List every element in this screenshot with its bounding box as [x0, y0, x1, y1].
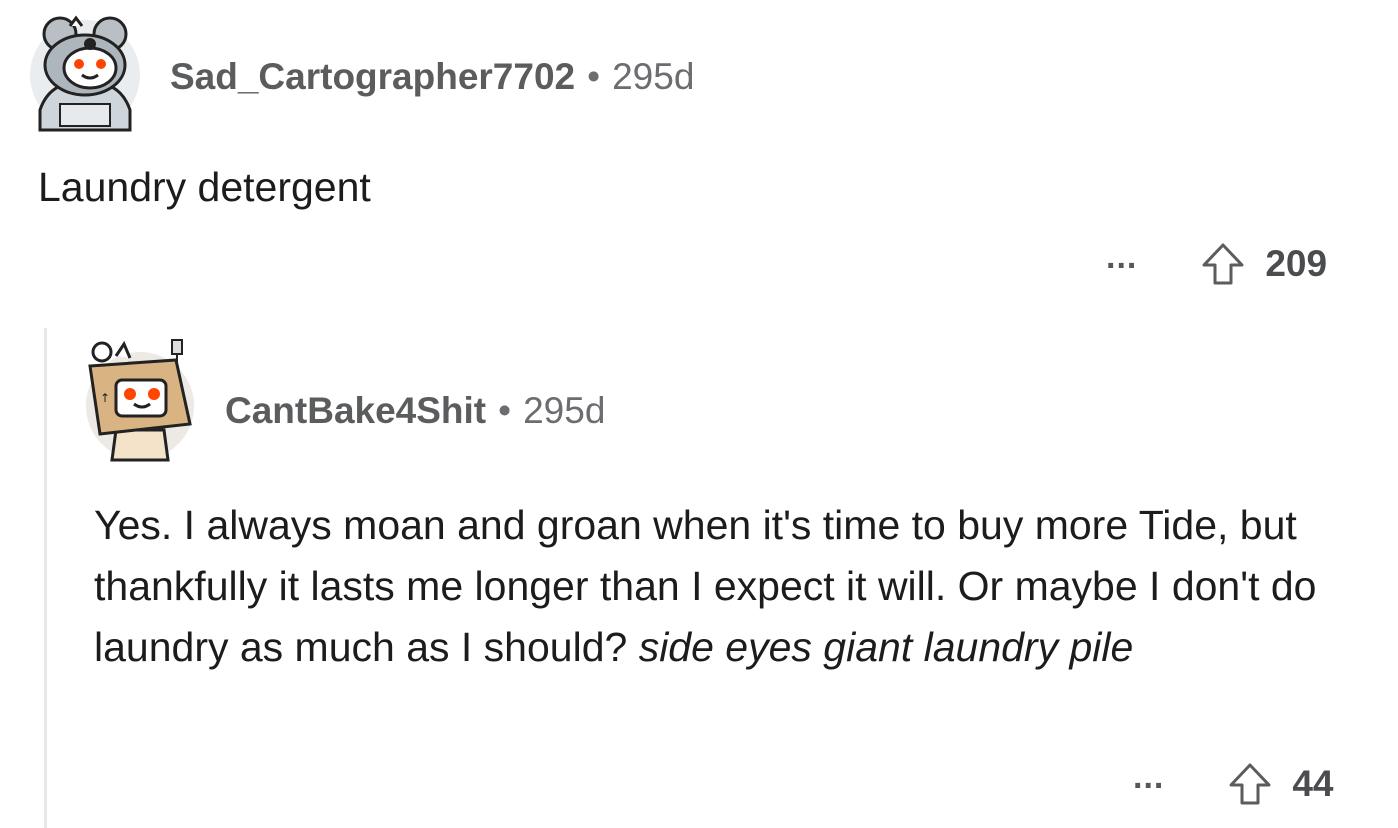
user-avatar[interactable]: ↑	[86, 339, 194, 462]
upvote-arrow-icon[interactable]	[1199, 240, 1247, 288]
more-options-button[interactable]: ...	[1133, 760, 1164, 801]
comment-meta: Sad_Cartographer7702 • 295d	[170, 56, 694, 98]
meta-separator: •	[587, 56, 601, 97]
comment-body-italic: side eyes giant laundry pile	[638, 624, 1134, 670]
vote-score: 44	[1292, 763, 1334, 804]
upvote-arrow-icon[interactable]	[1226, 760, 1274, 808]
box-head-snoo-avatar-icon: ↑	[88, 339, 192, 462]
comment-actions: ... 209	[1106, 240, 1327, 288]
comment-body: Yes. I always moan and groan when it's t…	[94, 495, 1364, 678]
vote-score: 209	[1265, 243, 1328, 284]
koala-snoo-avatar-icon	[38, 15, 132, 132]
comment-meta: CantBake4Shit • 295d	[225, 390, 605, 432]
comment-body: Laundry detergent	[38, 157, 1358, 218]
comment-body-text: Laundry detergent	[38, 164, 371, 210]
svg-text:↑: ↑	[100, 391, 110, 405]
username[interactable]: Sad_Cartographer7702	[170, 56, 575, 97]
comment-age: 295d	[523, 390, 606, 431]
more-options-button[interactable]: ...	[1106, 240, 1137, 281]
username[interactable]: CantBake4Shit	[225, 390, 486, 431]
user-avatar[interactable]	[30, 15, 140, 132]
thread-line[interactable]	[44, 328, 47, 828]
comment-actions: ... 44	[1133, 760, 1334, 808]
comment-age: 295d	[612, 56, 695, 97]
meta-separator: •	[498, 390, 512, 431]
